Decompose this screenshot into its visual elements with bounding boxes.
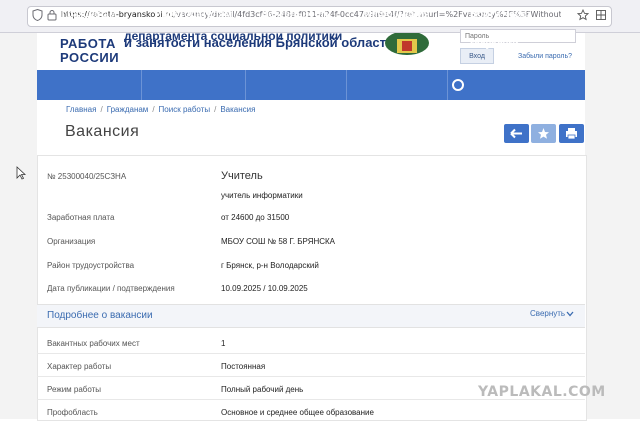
chevron-down-icon [566,311,574,317]
gosuslugi-icon [452,79,464,91]
publish-date-label: Дата публикации / подтверждения [47,284,175,293]
forgot-password-link[interactable]: Забыли пароль? [518,53,572,60]
organization-label: Организация [47,237,96,246]
vacancy-position: Учитель [221,170,263,182]
district-value: г Брянск, р-н Володарский [221,261,319,270]
site-logo[interactable]: РАБОТА РОССИИ [60,37,119,65]
breadcrumb: Главная / Гражданам / Поиск работы / Вакансия [66,105,256,114]
page-title: Вакансия [65,123,140,140]
schedule-label: Режим работы [47,385,102,394]
publish-date-value: 10.09.2025 / 10.09.2025 [221,284,308,293]
nav-item-activity[interactable]: Деятельность [246,0,346,30]
nav-divider [447,70,448,100]
nav-item-info[interactable]: Информация [347,0,447,30]
logo-line-2: РОССИИ [60,50,120,65]
gosuslugi-login-link[interactable]: Войти через госуслуги [470,0,582,50]
nav-item-citizens[interactable]: Гражданам [37,0,141,30]
row-divider [37,353,585,354]
salary-label: Заработная плата [47,213,115,222]
profession-area-value: Основное и среднее общее образование [221,408,374,417]
nav-item-employers[interactable]: Работодателям [142,0,245,30]
back-button[interactable] [504,124,529,143]
breadcrumb-home[interactable]: Главная [66,105,96,114]
breadcrumb-job-search[interactable]: Поиск работы [159,105,211,114]
schedule-value: Полный рабочий день [221,385,304,394]
work-type-label: Характер работы [47,362,112,371]
profession-area-label: Профобласть [47,408,98,417]
nav-divider [141,70,142,100]
watermark: YAPLAKAL.COM [478,384,606,400]
collapse-link[interactable]: Свернуть [530,309,574,318]
district-label: Район трудоустройства [47,261,135,270]
organization-value: МБОУ СОШ № 58 Г. БРЯНСКА [221,237,336,246]
vacant-places-label: Вакантных рабочих мест [47,339,140,348]
salary-value: от 24600 до 31500 [221,213,290,222]
vacancy-position-detail: учитель информатики [221,191,303,200]
breadcrumb-vacancy[interactable]: Вакансия [220,105,255,114]
nav-divider [245,70,246,100]
main-nav [37,70,585,100]
region-emblem-icon [385,33,429,55]
favorite-button[interactable] [531,124,556,143]
header-title-line-2: и занятости населения Брянской области [124,35,395,50]
print-button[interactable] [559,124,584,143]
arrow-left-icon [510,128,522,139]
collapse-label: Свернуть [530,309,566,318]
details-section-title[interactable]: Подробнее о вакансии [47,310,153,321]
row-divider [37,376,585,377]
breadcrumb-citizens[interactable]: Гражданам [107,105,149,114]
mouse-cursor-icon [16,166,26,180]
logo-line-1: РАБОТА [60,36,116,51]
work-type-value: Постоянная [221,362,266,371]
vacancy-number: № 25300040/25СЗНА [47,172,127,181]
nav-divider [346,70,347,100]
printer-icon [566,128,577,140]
extensions-icon[interactable] [595,9,607,21]
vacant-places-value: 1 [221,339,226,348]
star-icon [538,128,549,139]
